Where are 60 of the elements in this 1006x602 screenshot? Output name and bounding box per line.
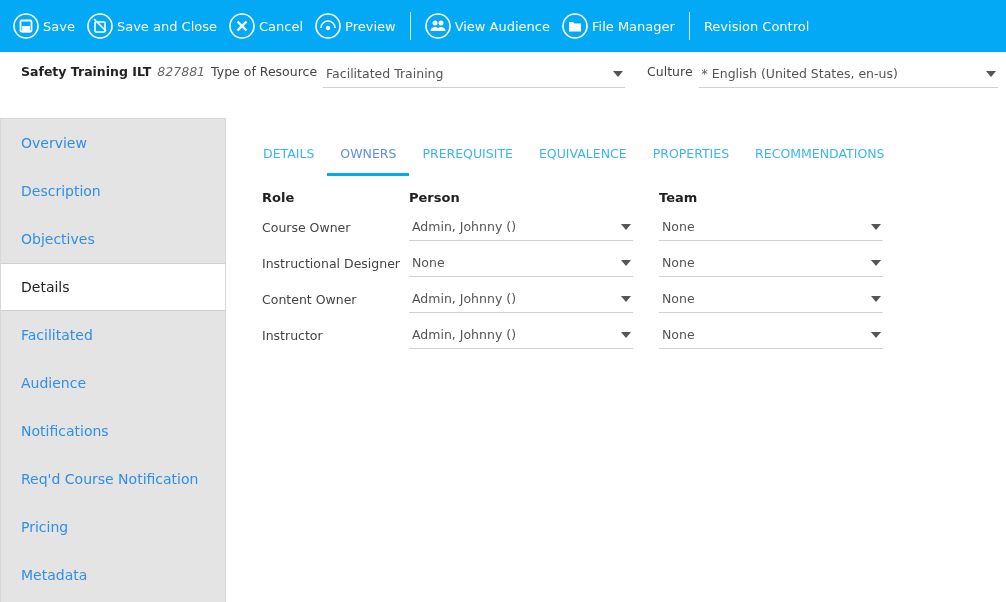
sidebar-item[interactable]: Overview bbox=[1, 119, 225, 167]
folder-icon bbox=[562, 13, 588, 39]
column-header: Role bbox=[262, 190, 296, 205]
sidebar-item[interactable]: Audience bbox=[1, 359, 225, 407]
floppy-disk-icon bbox=[13, 13, 39, 39]
field-label: Culture bbox=[647, 64, 693, 79]
tab[interactable]: PROPERTIES bbox=[639, 134, 743, 176]
sidebar-item[interactable]: Pricing bbox=[1, 503, 225, 551]
tab[interactable]: DETAILS bbox=[250, 134, 328, 176]
sidebar-item[interactable]: Notifications bbox=[1, 407, 225, 455]
resource-code: 827881 bbox=[157, 64, 206, 79]
sidebar-item[interactable]: Objectives bbox=[1, 215, 225, 263]
team-dropdown[interactable]: None bbox=[659, 213, 883, 241]
sidebar-item[interactable]: Description bbox=[1, 167, 225, 215]
caret-icon bbox=[871, 331, 881, 338]
caret-icon bbox=[871, 223, 881, 230]
caret-icon bbox=[621, 223, 631, 230]
team-dropdown[interactable]: None bbox=[659, 321, 883, 349]
culture-dropdown[interactable]: * English (United States, en-us) bbox=[698, 60, 998, 88]
resource-title: Safety Training ILT bbox=[21, 64, 152, 79]
team-dropdown[interactable]: None bbox=[659, 249, 883, 277]
sidebar-item[interactable]: Req'd Course Notification bbox=[1, 455, 225, 503]
caret-icon bbox=[621, 331, 631, 338]
toolbar-button[interactable]: Cancel bbox=[226, 8, 313, 44]
tab[interactable]: OWNERS bbox=[327, 134, 410, 176]
eye-icon bbox=[315, 13, 341, 39]
sidebar-item[interactable]: Facilitated bbox=[1, 311, 225, 359]
toolbar-button[interactable]: Revision Control bbox=[701, 8, 820, 44]
person-dropdown[interactable]: Admin, Johnny () bbox=[409, 285, 633, 313]
sidebar-item[interactable]: Details bbox=[1, 263, 225, 311]
toolbar-button[interactable]: View Audience bbox=[422, 8, 560, 44]
caret-icon bbox=[621, 259, 631, 266]
toolbar-button[interactable]: File Manager bbox=[560, 8, 685, 44]
team-dropdown[interactable]: None bbox=[659, 285, 883, 313]
toolbar-button[interactable]: Save bbox=[11, 8, 85, 44]
column-header: Team bbox=[659, 190, 699, 205]
floppy-disk-crossed-icon bbox=[86, 13, 113, 39]
toolbar-button[interactable]: Preview bbox=[313, 8, 406, 44]
toolbar-button[interactable]: Save and Close bbox=[84, 8, 227, 44]
caret-icon bbox=[621, 295, 631, 302]
caret-icon bbox=[871, 295, 881, 302]
role-label: Instructor bbox=[262, 327, 324, 343]
tab[interactable]: EQUIVALENCE bbox=[525, 134, 640, 176]
type-dropdown[interactable]: Facilitated Training bbox=[323, 60, 626, 88]
tab[interactable]: RECOMMENDATIONS bbox=[742, 134, 898, 176]
sidebar-item[interactable]: Metadata bbox=[1, 551, 225, 599]
field-label: Type of Resource bbox=[211, 64, 318, 79]
person-dropdown[interactable]: Admin, Johnny () bbox=[409, 213, 633, 241]
person-dropdown[interactable]: Admin, Johnny () bbox=[409, 321, 633, 349]
caret-icon bbox=[613, 70, 624, 77]
caret-icon bbox=[871, 259, 881, 266]
caret-icon bbox=[986, 70, 996, 77]
person-dropdown[interactable]: None bbox=[409, 249, 633, 277]
role-label: Content Owner bbox=[262, 291, 358, 307]
people-icon bbox=[424, 13, 451, 39]
tab[interactable]: PREREQUISITE bbox=[409, 134, 526, 176]
role-label: Course Owner bbox=[262, 219, 352, 235]
column-header: Person bbox=[409, 190, 461, 205]
close-icon bbox=[228, 13, 255, 39]
role-label: Instructional Designer bbox=[262, 255, 401, 271]
